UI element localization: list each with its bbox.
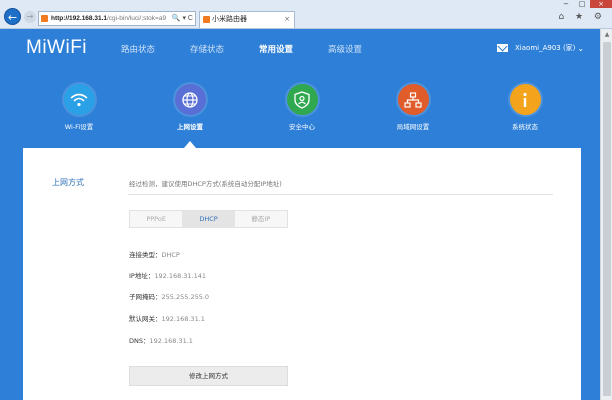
info-value: 192.168.31.141 <box>154 272 207 280</box>
func-security-center[interactable]: 安全中心 <box>262 84 342 131</box>
info-label: 子网掩码： <box>129 293 162 301</box>
divider <box>128 194 553 195</box>
router-header: MiWiFi 路由状态 存储状态 常用设置 高级设置 Xiaomi_A903 (… <box>0 29 600 71</box>
info-row-default-gateway: 默认网关：192.168.31.1 <box>129 313 205 323</box>
info-label: 连接类型： <box>129 251 162 259</box>
scroll-thumb[interactable] <box>603 42 611 396</box>
arrow-left-icon: ← <box>7 11 18 24</box>
user-menu[interactable]: Xiaomi_A903 (家) ⌄ <box>497 43 584 53</box>
info-value: DHCP <box>161 251 180 259</box>
tab-static-ip[interactable]: 静态IP <box>234 211 287 227</box>
section-description: 经过检测，建议使用DHCP方式(系统自动分配IP地址) <box>129 180 282 188</box>
info-row-subnet-mask: 子网掩码：255.255.255.0 <box>129 291 209 301</box>
address-path: /cgi-bin/luci/;stok=a9 <box>107 15 167 22</box>
tab-close-icon[interactable]: × <box>284 12 290 27</box>
func-label: 安全中心 <box>289 123 315 131</box>
site-favicon-icon <box>41 15 48 22</box>
tab-favicon-icon <box>203 16 210 23</box>
section-title: 上网方式 <box>52 178 84 187</box>
connection-mode-tabs: PPPoE DHCP 静态IP <box>129 210 288 228</box>
nav-common-settings[interactable]: 常用设置 <box>259 43 293 55</box>
browser-tab[interactable]: 小米路由器 × <box>199 11 295 28</box>
miwifi-logo[interactable]: MiWiFi <box>26 37 87 59</box>
shield-user-icon <box>286 84 318 115</box>
browser-toolbar-icons[interactable]: ⌂ ★ ⚙ <box>558 12 606 22</box>
info-icon <box>509 84 541 115</box>
func-internet-settings[interactable]: 上网设置 <box>150 84 230 131</box>
window-controls: − □ × <box>558 0 612 10</box>
func-label: 上网设置 <box>177 123 203 131</box>
func-system-status[interactable]: 系统状态 <box>485 84 565 131</box>
func-label: 局域网设置 <box>396 123 430 131</box>
tab-title: 小米路由器 <box>212 15 247 23</box>
tab-dhcp[interactable]: DHCP <box>182 211 235 227</box>
func-wifi-settings[interactable]: Wi-Fi设置 <box>39 84 119 131</box>
info-label: 默认网关： <box>129 315 162 323</box>
scroll-up-icon[interactable]: ▲ <box>601 29 612 41</box>
info-label: DNS： <box>129 337 150 345</box>
info-value: 255.255.255.0 <box>161 293 210 301</box>
nav-storage-status[interactable]: 存储状态 <box>190 43 224 55</box>
info-row-ip-address: IP地址：192.168.31.141 <box>129 270 206 280</box>
modify-connection-button[interactable]: 修改上网方式 <box>129 366 288 386</box>
info-value: 192.168.31.1 <box>161 315 205 323</box>
page-scrollbar[interactable]: ▲ <box>600 29 612 400</box>
func-label: 系统状态 <box>512 123 538 131</box>
nav-advanced-settings[interactable]: 高级设置 <box>328 43 362 55</box>
content-panel: 上网方式 经过检测，建议使用DHCP方式(系统自动分配IP地址) PPPoE D… <box>23 148 581 400</box>
func-label: Wi-Fi设置 <box>64 123 94 131</box>
router-name: Xiaomi_A903 (家) <box>515 44 576 52</box>
info-row-connection-type: 连接类型：DHCP <box>129 249 180 259</box>
active-pointer-icon <box>184 141 196 148</box>
forward-button[interactable]: → <box>24 11 36 23</box>
close-window-button[interactable]: × <box>590 0 612 8</box>
globe-icon <box>174 84 206 115</box>
info-label: IP地址： <box>129 272 155 280</box>
address-host: http://192.168.31.1 <box>51 15 107 22</box>
maximize-button[interactable]: □ <box>574 0 590 8</box>
func-lan-settings[interactable]: 局域网设置 <box>373 84 453 131</box>
back-button[interactable]: ← <box>4 8 21 25</box>
function-bar: Wi-Fi设置 上网设置 安全中心 局域网设置 系统状态 <box>0 84 600 134</box>
minimize-button[interactable]: − <box>558 0 574 8</box>
browser-chrome: − □ × ← → http://192.168.31.1/cgi-bin/lu… <box>0 0 612 29</box>
wifi-icon <box>63 84 95 115</box>
chevron-down-icon: ⌄ <box>577 43 585 53</box>
nav-router-status[interactable]: 路由状态 <box>121 43 155 55</box>
info-value: 192.168.31.1 <box>149 337 193 345</box>
info-row-dns: DNS：192.168.31.1 <box>129 335 193 345</box>
address-bar-icons[interactable]: 🔍 ▾ C <box>169 12 193 25</box>
address-bar[interactable]: http://192.168.31.1/cgi-bin/luci/;stok=a… <box>38 11 196 26</box>
network-icon <box>397 84 429 115</box>
mail-icon[interactable] <box>497 44 508 52</box>
top-navigation: 路由状态 存储状态 常用设置 高级设置 <box>121 43 397 55</box>
arrow-right-icon: → <box>26 12 34 21</box>
tab-pppoe[interactable]: PPPoE <box>130 211 183 227</box>
